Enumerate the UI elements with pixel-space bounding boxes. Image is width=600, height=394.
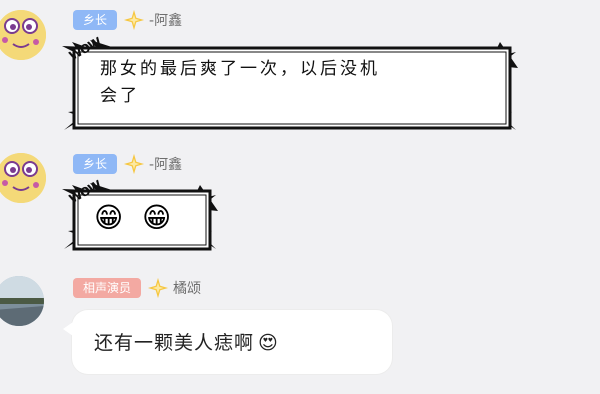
message-text: 那女的最后爽了一次，以后没机 会了 bbox=[100, 56, 380, 110]
message-text: 还有一颗美人痣啊 😍 bbox=[94, 328, 279, 355]
cartoon-avatar-icon bbox=[0, 153, 46, 203]
grin-emoji: 😁 bbox=[142, 201, 172, 234]
avatar[interactable] bbox=[0, 276, 44, 326]
message-text-line: 会了 bbox=[100, 86, 140, 106]
comic-message-bubble[interactable]: WOW 😁 😁 bbox=[60, 178, 220, 253]
star-icon bbox=[147, 277, 169, 299]
message-text-content: 还有一颗美人痣啊 bbox=[94, 332, 255, 354]
avatar[interactable] bbox=[0, 153, 46, 203]
sender-name: 橘颂 bbox=[173, 281, 202, 297]
grin-emoji: 😁 bbox=[94, 201, 124, 234]
comic-message-bubble[interactable]: WOW 那女的最后爽了一次，以后没机 会了 bbox=[60, 35, 520, 134]
avatar[interactable] bbox=[0, 10, 46, 60]
message-bubble[interactable]: 还有一颗美人痣啊 😍 bbox=[63, 310, 392, 374]
name-row: 相声演员 橘颂 bbox=[73, 277, 201, 299]
title-badge: 乡长 bbox=[73, 10, 118, 30]
name-row: 乡长 -阿鑫 bbox=[73, 153, 182, 175]
message-text-line: 那女的最后爽了一次，以后没机 bbox=[100, 59, 380, 79]
star-icon bbox=[123, 153, 145, 175]
bubble-tail bbox=[63, 322, 73, 336]
cartoon-avatar-icon bbox=[0, 10, 46, 60]
title-badge: 乡长 bbox=[73, 154, 118, 174]
title-badge: 相声演员 bbox=[73, 278, 142, 298]
sender-name: -阿鑫 bbox=[149, 157, 183, 173]
star-icon bbox=[123, 9, 145, 31]
name-row: 乡长 -阿鑫 bbox=[73, 9, 182, 31]
message-1: 乡长 -阿鑫 WOW 那女的最后爽了一次，以后没机 会了 bbox=[0, 0, 600, 140]
message-2: 乡长 -阿鑫 WOW 😁 😁 bbox=[0, 145, 600, 255]
message-3: 相声演员 橘颂 还有一颗美人痣啊 😍 bbox=[0, 270, 600, 394]
heart-eyes-emoji: 😍 bbox=[258, 332, 279, 354]
sender-name: -阿鑫 bbox=[149, 13, 183, 29]
landscape-avatar-icon bbox=[0, 276, 44, 326]
